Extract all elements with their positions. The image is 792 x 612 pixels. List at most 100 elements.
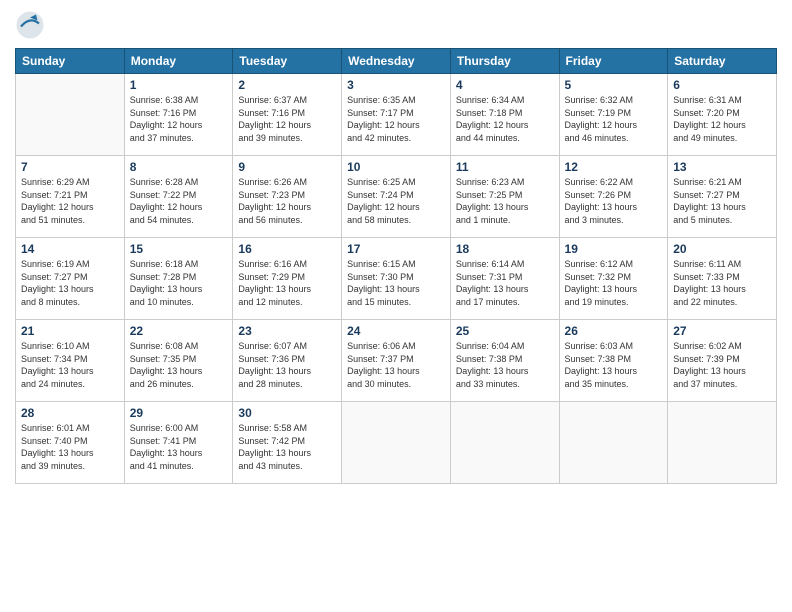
day-number: 9	[238, 160, 336, 174]
day-number: 6	[673, 78, 771, 92]
calendar-cell	[342, 402, 451, 484]
calendar-header-row: SundayMondayTuesdayWednesdayThursdayFrid…	[16, 49, 777, 74]
day-number: 18	[456, 242, 554, 256]
calendar-week-4: 28Sunrise: 6:01 AM Sunset: 7:40 PM Dayli…	[16, 402, 777, 484]
cell-info: Sunrise: 6:18 AM Sunset: 7:28 PM Dayligh…	[130, 258, 228, 308]
cell-info: Sunrise: 6:21 AM Sunset: 7:27 PM Dayligh…	[673, 176, 771, 226]
cell-info: Sunrise: 6:28 AM Sunset: 7:22 PM Dayligh…	[130, 176, 228, 226]
day-number: 27	[673, 324, 771, 338]
calendar-cell: 17 Sunrise: 6:15 AM Sunset: 7:30 PM Dayli…	[342, 238, 451, 320]
calendar-cell	[450, 402, 559, 484]
day-number: 8	[130, 160, 228, 174]
calendar-cell: 4 Sunrise: 6:34 AM Sunset: 7:18 PM Daylig…	[450, 74, 559, 156]
day-header-sunday: Sunday	[16, 49, 125, 74]
day-number: 4	[456, 78, 554, 92]
cell-info: Sunrise: 6:04 AM Sunset: 7:38 PM Dayligh…	[456, 340, 554, 390]
day-header-tuesday: Tuesday	[233, 49, 342, 74]
day-number: 23	[238, 324, 336, 338]
cell-info: Sunrise: 6:22 AM Sunset: 7:26 PM Dayligh…	[565, 176, 663, 226]
calendar-cell: 1Sunrise: 6:38 AM Sunset: 7:16 PM Daylig…	[124, 74, 233, 156]
day-number: 22	[130, 324, 228, 338]
cell-info: Sunrise: 6:35 AM Sunset: 7:17 PM Dayligh…	[347, 94, 445, 144]
calendar-cell	[16, 74, 125, 156]
cell-info: Sunrise: 6:02 AM Sunset: 7:39 PM Dayligh…	[673, 340, 771, 390]
cell-info: Sunrise: 6:07 AM Sunset: 7:36 PM Dayligh…	[238, 340, 336, 390]
calendar-cell: 6 Sunrise: 6:31 AM Sunset: 7:20 PM Daylig…	[668, 74, 777, 156]
day-number: 12	[565, 160, 663, 174]
day-number: 1	[130, 78, 228, 92]
calendar-cell: 3 Sunrise: 6:35 AM Sunset: 7:17 PM Daylig…	[342, 74, 451, 156]
cell-info: Sunrise: 6:26 AM Sunset: 7:23 PM Dayligh…	[238, 176, 336, 226]
day-header-wednesday: Wednesday	[342, 49, 451, 74]
calendar-cell: 23 Sunrise: 6:07 AM Sunset: 7:36 PM Dayli…	[233, 320, 342, 402]
cell-info: Sunrise: 6:12 AM Sunset: 7:32 PM Dayligh…	[565, 258, 663, 308]
calendar-cell: 2 Sunrise: 6:37 AM Sunset: 7:16 PM Daylig…	[233, 74, 342, 156]
cell-info: Sunrise: 6:37 AM Sunset: 7:16 PM Dayligh…	[238, 94, 336, 144]
calendar-cell	[559, 402, 668, 484]
day-header-saturday: Saturday	[668, 49, 777, 74]
cell-info: Sunrise: 6:32 AM Sunset: 7:19 PM Dayligh…	[565, 94, 663, 144]
calendar-cell: 9 Sunrise: 6:26 AM Sunset: 7:23 PM Daylig…	[233, 156, 342, 238]
day-number: 30	[238, 406, 336, 420]
calendar-cell: 15 Sunrise: 6:18 AM Sunset: 7:28 PM Dayli…	[124, 238, 233, 320]
day-header-thursday: Thursday	[450, 49, 559, 74]
calendar-cell: 14Sunrise: 6:19 AM Sunset: 7:27 PM Dayli…	[16, 238, 125, 320]
cell-info: Sunrise: 6:23 AM Sunset: 7:25 PM Dayligh…	[456, 176, 554, 226]
day-number: 5	[565, 78, 663, 92]
cell-info: Sunrise: 5:58 AM Sunset: 7:42 PM Dayligh…	[238, 422, 336, 472]
cell-info: Sunrise: 6:25 AM Sunset: 7:24 PM Dayligh…	[347, 176, 445, 226]
cell-info: Sunrise: 6:06 AM Sunset: 7:37 PM Dayligh…	[347, 340, 445, 390]
day-number: 28	[21, 406, 119, 420]
calendar-cell: 20 Sunrise: 6:11 AM Sunset: 7:33 PM Dayli…	[668, 238, 777, 320]
cell-info: Sunrise: 6:11 AM Sunset: 7:33 PM Dayligh…	[673, 258, 771, 308]
day-number: 7	[21, 160, 119, 174]
calendar-cell: 18Sunrise: 6:14 AM Sunset: 7:31 PM Dayli…	[450, 238, 559, 320]
day-number: 19	[565, 242, 663, 256]
calendar-cell: 8 Sunrise: 6:28 AM Sunset: 7:22 PM Daylig…	[124, 156, 233, 238]
cell-info: Sunrise: 6:15 AM Sunset: 7:30 PM Dayligh…	[347, 258, 445, 308]
day-number: 26	[565, 324, 663, 338]
day-number: 2	[238, 78, 336, 92]
cell-info: Sunrise: 6:00 AM Sunset: 7:41 PM Dayligh…	[130, 422, 228, 472]
day-number: 17	[347, 242, 445, 256]
day-number: 20	[673, 242, 771, 256]
calendar-cell: 5 Sunrise: 6:32 AM Sunset: 7:19 PM Daylig…	[559, 74, 668, 156]
calendar-cell: 25 Sunrise: 6:04 AM Sunset: 7:38 PM Dayli…	[450, 320, 559, 402]
cell-info: Sunrise: 6:03 AM Sunset: 7:38 PM Dayligh…	[565, 340, 663, 390]
day-header-friday: Friday	[559, 49, 668, 74]
calendar-table: SundayMondayTuesdayWednesdayThursdayFrid…	[15, 48, 777, 484]
day-number: 21	[21, 324, 119, 338]
calendar-week-1: 7 Sunrise: 6:29 AM Sunset: 7:21 PM Daylig…	[16, 156, 777, 238]
calendar-cell: 13 Sunrise: 6:21 AM Sunset: 7:27 PM Dayli…	[668, 156, 777, 238]
cell-info: Sunrise: 6:08 AM Sunset: 7:35 PM Dayligh…	[130, 340, 228, 390]
cell-info: Sunrise: 6:34 AM Sunset: 7:18 PM Dayligh…	[456, 94, 554, 144]
logo	[15, 10, 49, 40]
calendar-cell: 22 Sunrise: 6:08 AM Sunset: 7:35 PM Dayli…	[124, 320, 233, 402]
day-number: 25	[456, 324, 554, 338]
day-number: 10	[347, 160, 445, 174]
calendar-cell: 24Sunrise: 6:06 AM Sunset: 7:37 PM Dayli…	[342, 320, 451, 402]
calendar-week-3: 21 Sunrise: 6:10 AM Sunset: 7:34 PM Dayli…	[16, 320, 777, 402]
calendar-cell: 12 Sunrise: 6:22 AM Sunset: 7:26 PM Dayli…	[559, 156, 668, 238]
cell-info: Sunrise: 6:10 AM Sunset: 7:34 PM Dayligh…	[21, 340, 119, 390]
day-header-monday: Monday	[124, 49, 233, 74]
day-number: 13	[673, 160, 771, 174]
header	[15, 10, 777, 40]
day-number: 11	[456, 160, 554, 174]
calendar-cell: 10 Sunrise: 6:25 AM Sunset: 7:24 PM Dayli…	[342, 156, 451, 238]
cell-info: Sunrise: 6:19 AM Sunset: 7:27 PM Dayligh…	[21, 258, 119, 308]
day-number: 15	[130, 242, 228, 256]
day-number: 3	[347, 78, 445, 92]
calendar-cell: 28Sunrise: 6:01 AM Sunset: 7:40 PM Dayli…	[16, 402, 125, 484]
cell-info: Sunrise: 6:16 AM Sunset: 7:29 PM Dayligh…	[238, 258, 336, 308]
calendar-cell: 30 Sunrise: 5:58 AM Sunset: 7:42 PM Dayli…	[233, 402, 342, 484]
day-number: 16	[238, 242, 336, 256]
calendar-cell: 19 Sunrise: 6:12 AM Sunset: 7:32 PM Dayli…	[559, 238, 668, 320]
calendar-week-2: 14Sunrise: 6:19 AM Sunset: 7:27 PM Dayli…	[16, 238, 777, 320]
calendar-cell: 16 Sunrise: 6:16 AM Sunset: 7:29 PM Dayli…	[233, 238, 342, 320]
cell-info: Sunrise: 6:31 AM Sunset: 7:20 PM Dayligh…	[673, 94, 771, 144]
cell-info: Sunrise: 6:29 AM Sunset: 7:21 PM Dayligh…	[21, 176, 119, 226]
calendar-week-0: 1Sunrise: 6:38 AM Sunset: 7:16 PM Daylig…	[16, 74, 777, 156]
calendar-cell: 26 Sunrise: 6:03 AM Sunset: 7:38 PM Dayli…	[559, 320, 668, 402]
calendar-cell: 11 Sunrise: 6:23 AM Sunset: 7:25 PM Dayli…	[450, 156, 559, 238]
